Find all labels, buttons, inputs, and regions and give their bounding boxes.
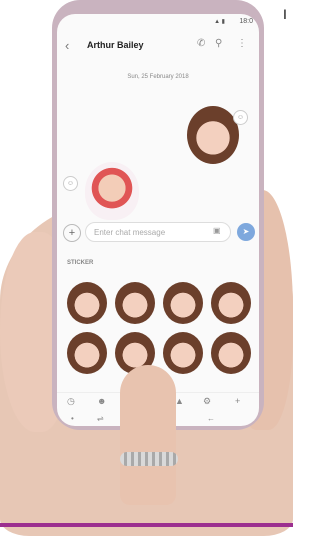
index-finger <box>120 365 176 505</box>
sticker-item[interactable] <box>67 282 107 324</box>
phone-icon[interactable]: ✆ <box>197 38 205 49</box>
status-bar: ▲ ▮ 18:0 <box>57 14 259 28</box>
sticker-panel-title: STICKER <box>67 260 94 266</box>
sticker-item[interactable] <box>211 282 251 324</box>
back-arrow-icon[interactable]: ‹ <box>65 38 69 53</box>
status-time: 18:0 <box>239 18 253 25</box>
send-button[interactable]: ➤ <box>237 223 255 241</box>
search-icon[interactable]: ⚲ <box>215 38 222 49</box>
sticker-item[interactable] <box>211 332 251 374</box>
more-icon[interactable]: ⋮ <box>237 38 247 49</box>
sticker-item[interactable] <box>163 282 203 324</box>
nav-dot-icon[interactable]: • <box>71 414 74 423</box>
ar-emoji-tab-icon[interactable]: ☻ <box>97 396 106 406</box>
composer-row: + Enter chat message ▣ ➤ <box>63 222 255 244</box>
finger-ring <box>120 452 178 466</box>
add-sticker-icon[interactable]: + <box>235 396 240 406</box>
recent-icon[interactable]: ◷ <box>67 396 75 407</box>
signal-icon: ▲ ▮ <box>214 19 225 25</box>
chat-header: ‹ Arthur Bailey ✆ ⚲ ⋮ <box>57 32 259 58</box>
sticker-item[interactable] <box>115 282 155 324</box>
sticker-toggle-icon[interactable]: ▣ <box>213 226 221 235</box>
chat-input[interactable]: Enter chat message <box>85 222 231 242</box>
phone-screen: ▲ ▮ 18:0 ‹ Arthur Bailey ✆ ⚲ ⋮ Sun, 25 F… <box>57 14 259 426</box>
back-nav-icon[interactable]: ← <box>207 414 215 423</box>
sent-ar-emoji-sticker[interactable] <box>85 162 139 220</box>
date-divider: Sun, 25 February 2018 <box>127 74 189 80</box>
received-ar-emoji-sticker[interactable] <box>187 106 239 164</box>
sticker-tab-icon[interactable]: ▲ <box>175 396 184 406</box>
contact-name: Arthur Bailey <box>87 40 144 50</box>
attach-plus-icon[interactable]: + <box>63 224 81 242</box>
corner-text: I <box>283 6 287 22</box>
settings-icon[interactable]: ⚙ <box>203 396 211 407</box>
sticker-item[interactable] <box>163 332 203 374</box>
contact-avatar-icon[interactable]: ☺ <box>63 176 78 191</box>
recents-nav-icon[interactable]: ⇌ <box>97 414 104 423</box>
sticker-item[interactable] <box>67 332 107 374</box>
reply-icon[interactable]: ☺ <box>233 110 248 125</box>
bottom-accent-bar <box>0 523 293 527</box>
